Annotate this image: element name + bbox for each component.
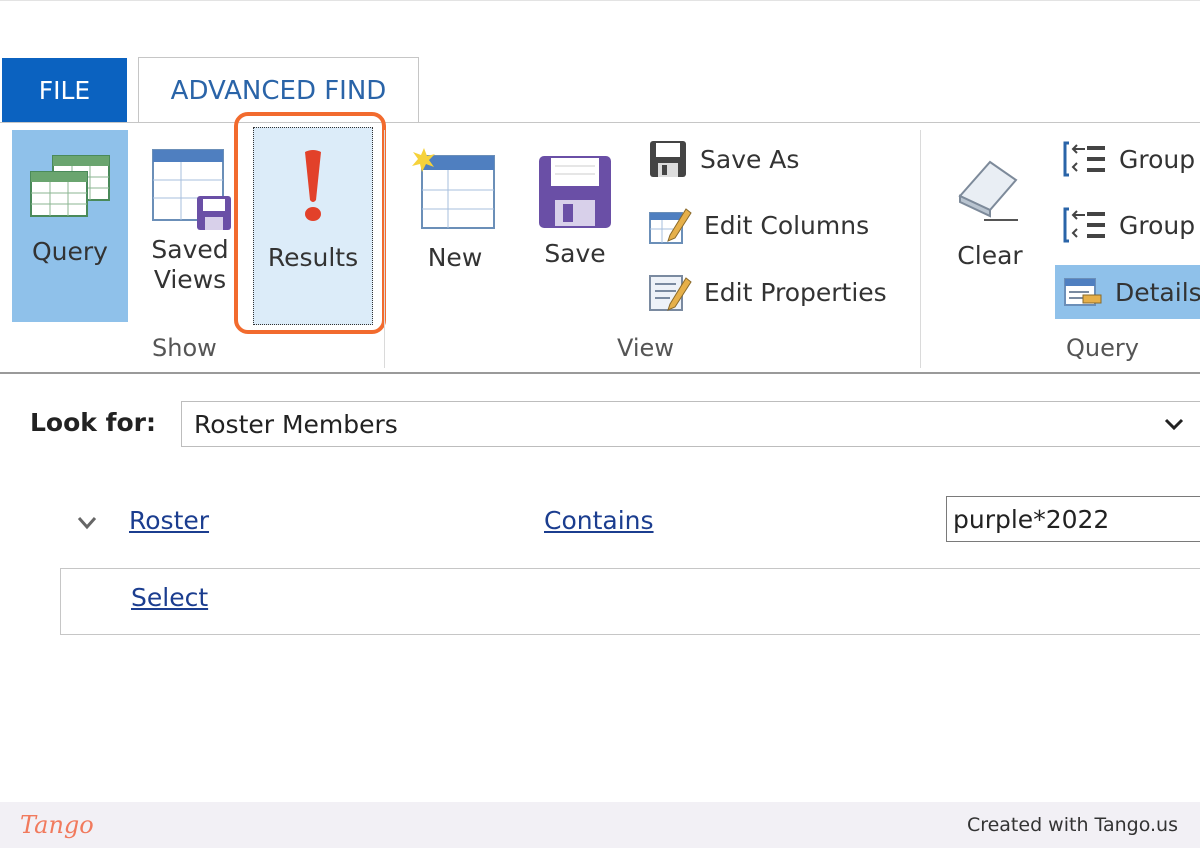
save-button-label: Save (544, 239, 606, 268)
clear-button-label: Clear (957, 241, 1023, 270)
query-button-label: Query (32, 237, 108, 266)
query-table-icon (30, 155, 110, 217)
edit-columns-icon (649, 208, 692, 244)
tango-logo: Tango (20, 811, 94, 839)
look-for-label: Look for: (30, 408, 156, 437)
details-label: Details (1115, 277, 1200, 307)
group-or-button[interactable]: Group (1063, 200, 1195, 250)
select-field-link[interactable]: Select (131, 583, 208, 612)
tab-file[interactable]: FILE (2, 58, 127, 122)
group-or-icon (1063, 207, 1105, 243)
condition-value-input[interactable] (946, 496, 1200, 542)
clear-eraser-icon (958, 160, 1018, 221)
group-label-view: View (617, 334, 674, 362)
footer-credit: Created with Tango.us (966, 814, 1178, 836)
ribbon-top-border (0, 122, 1200, 123)
new-button[interactable]: New (405, 130, 505, 322)
advanced-find-window: FILE ADVANCED FIND Query Saved Views Res… (0, 0, 1200, 848)
edit-properties-button[interactable]: Edit Properties (648, 267, 887, 317)
group-and-button[interactable]: Group (1063, 134, 1195, 184)
query-button[interactable]: Query (12, 130, 128, 322)
results-highlight-outline (234, 112, 386, 334)
save-disk-icon (539, 156, 611, 228)
edit-properties-icon (649, 275, 692, 311)
group-label-query: Query (1066, 334, 1139, 362)
details-button[interactable]: Details (1055, 265, 1200, 319)
group-and-icon (1063, 141, 1105, 177)
window-top-border (0, 0, 1200, 1)
group-or-label: Group (1119, 210, 1196, 240)
save-as-label: Save As (700, 144, 800, 174)
ribbon-bottom-border (0, 372, 1200, 374)
edit-columns-label: Edit Columns (704, 210, 870, 240)
saved-views-label-1: Saved (151, 235, 229, 264)
new-button-label: New (427, 243, 483, 272)
new-view-icon (412, 148, 495, 229)
group-separator (384, 130, 385, 368)
tab-advanced-find-label: ADVANCED FIND (170, 75, 387, 106)
group-separator (920, 130, 921, 368)
condition-chevron-down-icon[interactable] (76, 512, 98, 534)
details-icon (1064, 278, 1102, 306)
saved-views-button[interactable]: Saved Views (140, 130, 240, 322)
edit-columns-button[interactable]: Edit Columns (648, 200, 869, 250)
group-and-label: Group (1119, 144, 1196, 174)
save-button[interactable]: Save (525, 130, 625, 322)
saved-views-icon (152, 149, 231, 230)
tango-footer: Tango Created with Tango.us (0, 802, 1200, 848)
tab-file-label: FILE (38, 75, 91, 105)
chevron-down-icon (1164, 418, 1184, 431)
look-for-value: Roster Members (194, 409, 398, 439)
clear-button[interactable]: Clear (940, 130, 1040, 322)
edit-properties-label: Edit Properties (704, 277, 887, 307)
condition-field-link[interactable]: Roster (129, 506, 209, 535)
new-condition-row (60, 568, 1200, 635)
group-label-show: Show (152, 334, 217, 362)
save-as-button[interactable]: Save As (648, 134, 799, 184)
look-for-dropdown[interactable]: Roster Members (181, 401, 1200, 447)
condition-operator-link[interactable]: Contains (544, 506, 654, 535)
saved-views-label-2: Views (153, 265, 227, 294)
save-as-icon (650, 141, 686, 177)
